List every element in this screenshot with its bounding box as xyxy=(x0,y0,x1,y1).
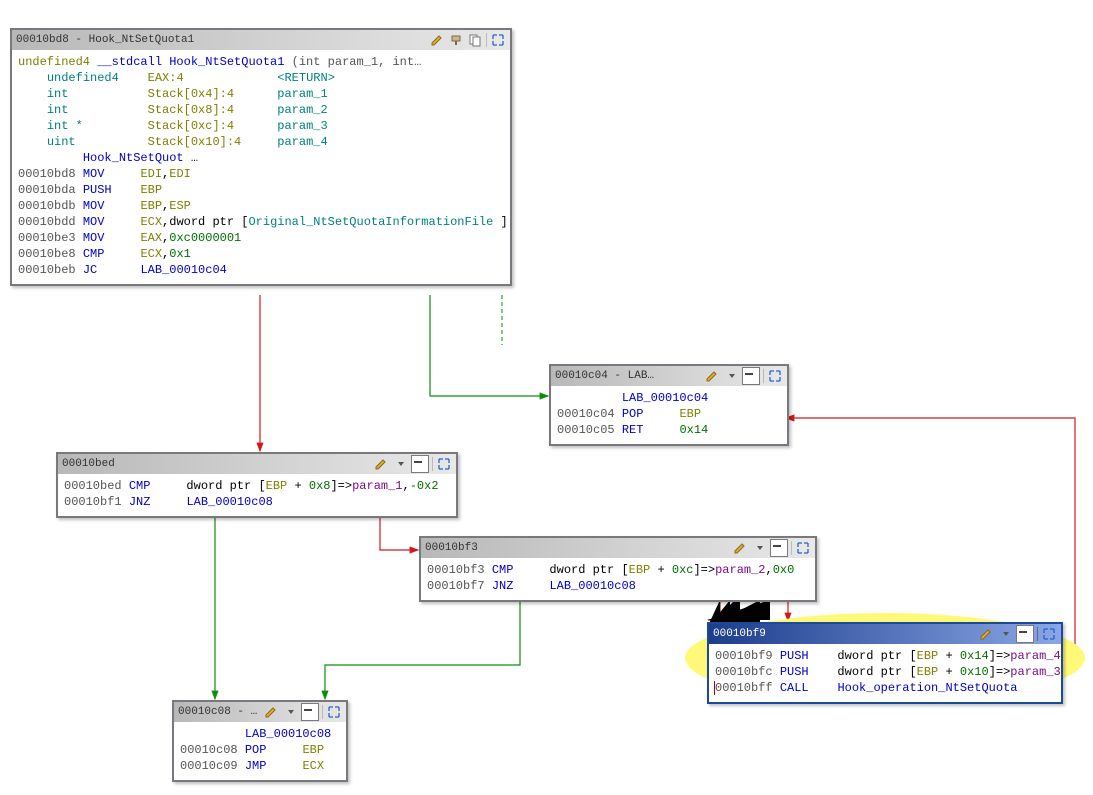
param-row: ....int * Stack[0xc]:4 param_3 xyxy=(18,118,504,134)
func-label: .........Hook_NtSetQuot … xyxy=(18,150,504,166)
block-body: 00010bf3 CMP dword ptr [EBP + 0xc]=>para… xyxy=(421,558,815,600)
label-row: .........LAB_00010c08 xyxy=(180,726,340,742)
fullscreen-icon[interactable] xyxy=(767,368,783,384)
block-body: .........LAB_00010c08 00010c08 POP EBP 0… xyxy=(174,722,346,780)
block-title-label: 00010bd8 - Hook_NtSetQuota1 xyxy=(16,34,429,46)
instr-row: 00010bf9 PUSH dword ptr [EBP + 0x14]=>pa… xyxy=(715,648,1055,664)
instr-row: 00010c05 RET 0x14 xyxy=(557,422,781,438)
block-title[interactable]: 00010bed xyxy=(58,454,456,474)
instr-row: 00010beb JC LAB_00010c04 xyxy=(18,262,504,278)
block-title-label: 00010bf3 xyxy=(425,542,732,554)
block-title-icons[interactable] xyxy=(704,367,783,385)
block-title-icons[interactable] xyxy=(732,539,811,557)
dropdown-icon[interactable] xyxy=(997,626,1013,642)
spacer xyxy=(486,33,487,47)
spacer xyxy=(1037,627,1038,641)
block-title-icons[interactable] xyxy=(978,625,1057,643)
fullscreen-icon[interactable] xyxy=(436,456,452,472)
block-title-label: 00010c08 - LAB… xyxy=(178,706,263,718)
checkbox-icon[interactable] xyxy=(411,455,429,473)
block-title[interactable]: 00010c04 - LAB… xyxy=(551,366,787,386)
checkbox-icon[interactable] xyxy=(742,367,760,385)
fullscreen-icon[interactable] xyxy=(1041,626,1057,642)
instr-row: 00010c04 POP EBP xyxy=(557,406,781,422)
copy-icon[interactable] xyxy=(467,32,483,48)
dropdown-icon[interactable] xyxy=(392,456,408,472)
spacer xyxy=(763,369,764,383)
spacer xyxy=(791,541,792,555)
dropdown-icon[interactable] xyxy=(723,368,739,384)
instr-row: 00010bdb MOV EBP,ESP xyxy=(18,198,504,214)
instr-row: 00010bda PUSH EBP xyxy=(18,182,504,198)
instr-row: 00010bed CMP dword ptr [EBP + 0x8]=>para… xyxy=(64,478,450,494)
block-00010bf9[interactable]: 00010bf9 00010bf9 PUSH dword ptr [EBP + … xyxy=(707,622,1063,704)
block-title-label: 00010bf9 xyxy=(713,628,978,640)
spacer xyxy=(432,457,433,471)
instr-row: 00010be3 MOV EAX,0xc0000001 xyxy=(18,230,504,246)
dropdown-icon[interactable] xyxy=(282,704,298,720)
fullscreen-icon[interactable] xyxy=(795,540,811,556)
instr-row: 00010c09 JMP ECX xyxy=(180,758,340,774)
block-title[interactable]: 00010c08 - LAB… xyxy=(174,702,346,722)
instr-row: 00010bf3 CMP dword ptr [EBP + 0xc]=>para… xyxy=(427,562,809,578)
edit-icon[interactable] xyxy=(429,32,445,48)
instr-row: 00010bdd MOV ECX,dword ptr [Original_NtS… xyxy=(18,214,504,230)
spacer xyxy=(322,705,323,719)
block-title-label: 00010c04 - LAB… xyxy=(555,370,704,382)
param-row: ....uint Stack[0x10]:4 param_4 xyxy=(18,134,504,150)
block-title-label: 00010bed xyxy=(62,458,373,470)
edit-icon[interactable] xyxy=(704,368,720,384)
pin-icon[interactable] xyxy=(448,32,464,48)
fullscreen-icon[interactable] xyxy=(490,32,506,48)
function-signature: undefined4 __stdcall Hook_NtSetQuota1 (i… xyxy=(18,54,504,70)
edit-icon[interactable] xyxy=(732,540,748,556)
block-00010bf3[interactable]: 00010bf3 00010bf3 CMP dword ptr [EBP + 0… xyxy=(419,536,817,602)
instr-row: 00010bf1 JNZ LAB_00010c08 xyxy=(64,494,450,510)
block-title[interactable]: 00010bd8 - Hook_NtSetQuota1 xyxy=(12,30,510,50)
block-title-icons[interactable] xyxy=(373,455,452,473)
block-00010bed[interactable]: 00010bed 00010bed CMP dword ptr [EBP + 0… xyxy=(56,452,458,518)
checkbox-icon[interactable] xyxy=(301,703,319,721)
checkbox-icon[interactable] xyxy=(770,539,788,557)
instr-row: 00010c08 POP EBP xyxy=(180,742,340,758)
instr-row: 00010bfc PUSH dword ptr [EBP + 0x10]=>pa… xyxy=(715,664,1055,680)
param-row: ....undefined4 EAX:4 <RETURN> xyxy=(18,70,504,86)
block-title-icons[interactable] xyxy=(429,32,506,48)
block-title[interactable]: 00010bf3 xyxy=(421,538,815,558)
label-row: .........LAB_00010c04 xyxy=(557,390,781,406)
edit-icon[interactable] xyxy=(373,456,389,472)
param-row: ....int Stack[0x8]:4 param_2 xyxy=(18,102,504,118)
fullscreen-icon[interactable] xyxy=(326,704,342,720)
block-body: 00010bf9 PUSH dword ptr [EBP + 0x14]=>pa… xyxy=(709,644,1061,702)
instr-row: 00010bff CALL Hook_operation_NtSetQuota xyxy=(715,680,1055,696)
block-00010c04[interactable]: 00010c04 - LAB… .........LAB_00010c04 00… xyxy=(549,364,789,446)
instr-row: 00010be8 CMP ECX,0x1 xyxy=(18,246,504,262)
edit-icon[interactable] xyxy=(978,626,994,642)
block-00010c08[interactable]: 00010c08 - LAB… .........LAB_00010c08 00… xyxy=(172,700,348,782)
instr-row: 00010bd8 MOV EDI,EDI xyxy=(18,166,504,182)
dropdown-icon[interactable] xyxy=(751,540,767,556)
edit-icon[interactable] xyxy=(263,704,279,720)
block-body: 00010bed CMP dword ptr [EBP + 0x8]=>para… xyxy=(58,474,456,516)
instr-row: 00010bf7 JNZ LAB_00010c08 xyxy=(427,578,809,594)
param-row: ....int Stack[0x4]:4 param_1 xyxy=(18,86,504,102)
block-title[interactable]: 00010bf9 xyxy=(709,624,1061,644)
block-title-icons[interactable] xyxy=(263,703,342,721)
checkbox-icon[interactable] xyxy=(1016,625,1034,643)
block-body: .........LAB_00010c04 00010c04 POP EBP 0… xyxy=(551,386,787,444)
block-00010bd8[interactable]: 00010bd8 - Hook_NtSetQuota1 undefined4 _… xyxy=(10,28,512,286)
block-body: undefined4 __stdcall Hook_NtSetQuota1 (i… xyxy=(12,50,510,284)
